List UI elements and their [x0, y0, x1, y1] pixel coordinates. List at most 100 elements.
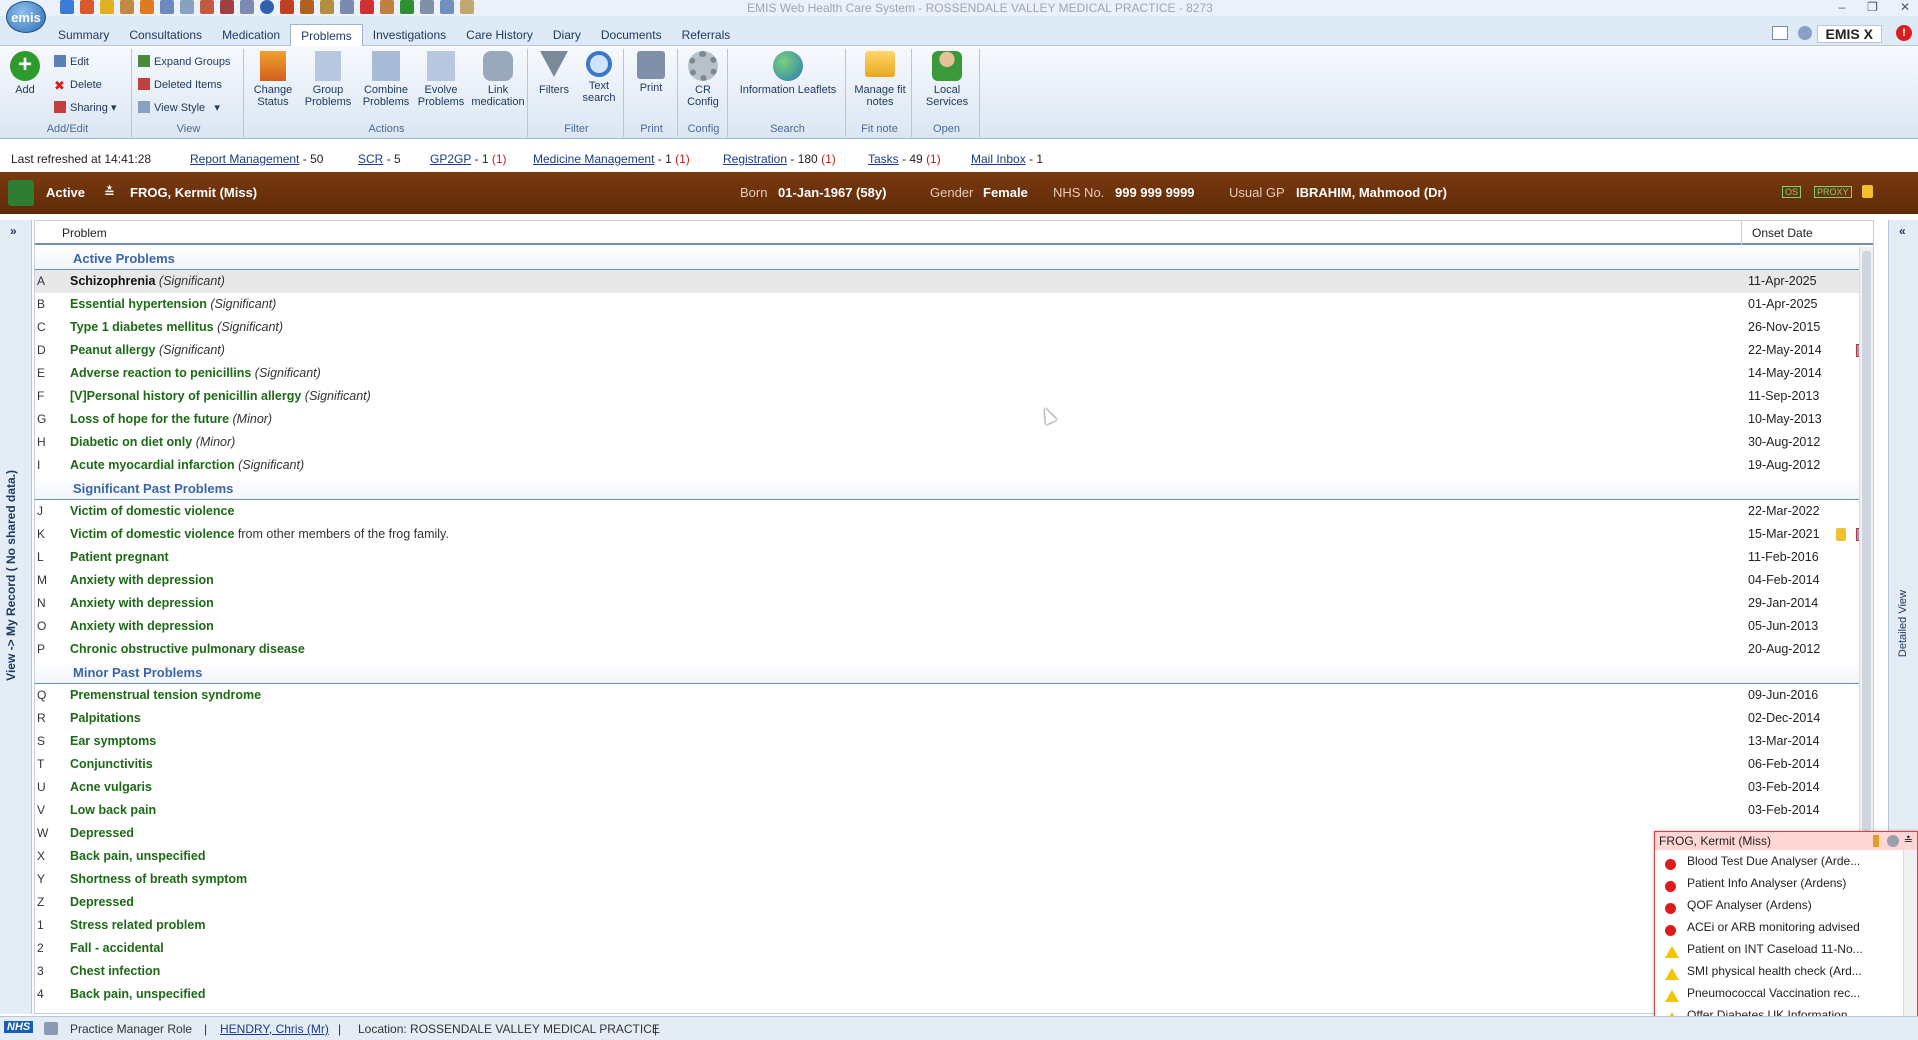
emis-x-button[interactable]: EMIS X: [1816, 25, 1882, 43]
problem-row[interactable]: T Conjunctivitis 06-Feb-2014: [35, 753, 1871, 776]
registration-link[interactable]: Registration: [723, 152, 787, 166]
lock-icon[interactable]: [1836, 528, 1846, 541]
edit-button[interactable]: Edit: [54, 53, 89, 71]
screen-icon[interactable]: [1772, 26, 1788, 40]
problem-row[interactable]: C Type 1 diabetes mellitus (Significant) 2…: [35, 316, 1871, 339]
problem-row[interactable]: O Anxiety with depression 05-Jun-2013: [35, 615, 1871, 638]
popup-alert-item[interactable]: Patient Info Analyser (Ardens)i: [1655, 872, 1899, 894]
problem-row[interactable]: K Victim of domestic violence from other …: [35, 523, 1871, 546]
problem-row[interactable]: L Patient pregnant 11-Feb-2016: [35, 546, 1871, 569]
deleted-items-button[interactable]: Deleted Items: [138, 76, 222, 94]
collapse-right-icon[interactable]: «: [1899, 224, 1906, 238]
close-icon[interactable]: ✕: [1900, 0, 1910, 14]
group-problems-button[interactable]: Group Problems: [302, 51, 354, 108]
lock-icon[interactable]: [1862, 185, 1873, 198]
expand-left-icon[interactable]: »: [10, 224, 17, 238]
tab-consultations[interactable]: Consultations: [119, 24, 212, 46]
tab-referrals[interactable]: Referrals: [672, 24, 741, 46]
emis-logo[interactable]: emis: [6, 1, 46, 33]
filters-button[interactable]: Filters: [534, 51, 574, 96]
chevron-down-icon[interactable]: ≛: [104, 185, 115, 201]
problem-row[interactable]: E Adverse reaction to penicillins (Signif…: [35, 362, 1871, 385]
change-status-button[interactable]: Change Status: [248, 51, 298, 108]
manage-fit-notes-button[interactable]: Manage fit notes: [852, 51, 908, 108]
problem-row[interactable]: 2 Fall - accidental: [35, 937, 1871, 960]
evolve-problems-button[interactable]: Evolve Problems: [414, 51, 468, 108]
report-management-link[interactable]: Report Management: [190, 152, 299, 166]
section-header[interactable]: Minor Past Problems: [35, 661, 1871, 684]
detailed-view-label[interactable]: Detailed View: [1897, 590, 1909, 657]
section-header[interactable]: Active Problems: [35, 247, 1871, 270]
patient-status[interactable]: Active: [46, 185, 85, 200]
tasks-link[interactable]: Tasks: [868, 152, 899, 166]
popup-collapse-icon[interactable]: ≛: [1904, 832, 1913, 850]
patient-name[interactable]: FROG, Kermit (Miss): [130, 185, 257, 200]
problem-row[interactable]: S Ear symptoms 13-Mar-2014: [35, 730, 1871, 753]
expand-groups-button[interactable]: Expand Groups: [138, 53, 230, 71]
tab-problems[interactable]: Problems: [290, 24, 363, 46]
local-services-button[interactable]: Local Services: [918, 51, 976, 108]
current-user-link[interactable]: HENDRY, Chris (Mr): [220, 1022, 329, 1036]
link-medication-button[interactable]: Link medication: [470, 51, 526, 108]
popup-alert-item[interactable]: Patient on INT Caseload 11-No...i: [1655, 938, 1899, 960]
problem-row[interactable]: Q Premenstrual tension syndrome 09-Jun-201…: [35, 684, 1871, 707]
popup-alert-item[interactable]: ACEi or ARB monitoring advisedi: [1655, 916, 1899, 938]
problem-row[interactable]: B Essential hypertension (Significant) 01-…: [35, 293, 1871, 316]
alert-icon[interactable]: !: [1896, 25, 1912, 41]
text-search-button[interactable]: Text search: [578, 51, 620, 104]
problem-row[interactable]: R Palpitations 02-Dec-2014: [35, 707, 1871, 730]
problem-row[interactable]: Z Depressed: [35, 891, 1871, 914]
tab-care-history[interactable]: Care History: [456, 24, 543, 46]
information-leaflets-button[interactable]: Information Leaflets: [734, 51, 842, 96]
combine-problems-button[interactable]: Combine Problems: [358, 51, 414, 108]
column-header-onset-date[interactable]: Onset Date: [1752, 226, 1813, 240]
view-style-button[interactable]: View Style ▾: [138, 99, 220, 117]
problem-row[interactable]: F [V]Personal history of penicillin aller…: [35, 385, 1871, 408]
popup-alert-item[interactable]: QOF Analyser (Ardens)i: [1655, 894, 1899, 916]
scr-link[interactable]: SCR: [358, 152, 383, 166]
problem-row[interactable]: D Peanut allergy (Significant) 22-May-2014: [35, 339, 1871, 362]
tab-investigations[interactable]: Investigations: [363, 24, 456, 46]
problem-row[interactable]: I Acute myocardial infarction (Significan…: [35, 454, 1871, 477]
os-badge[interactable]: OS: [1782, 186, 1802, 198]
popup-alert-item[interactable]: Pneumococcal Vaccination rec...i: [1655, 982, 1899, 1004]
problem-row[interactable]: 1 Stress related problem: [35, 914, 1871, 937]
problem-row[interactable]: W Depressed: [35, 822, 1871, 845]
tab-summary[interactable]: Summary: [48, 24, 119, 46]
sharing-button[interactable]: Sharing ▾: [54, 99, 117, 117]
popup-alert-item[interactable]: SMI physical health check (Ard...i: [1655, 960, 1899, 982]
minimize-icon[interactable]: –: [1838, 0, 1845, 14]
problem-row[interactable]: V Low back pain 03-Feb-2014: [35, 799, 1871, 822]
popup-scrollbar[interactable]: [1903, 850, 1917, 1038]
my-record-view-label[interactable]: View -> My Record ( No shared data.): [4, 470, 18, 681]
problem-row[interactable]: M Anxiety with depression 04-Feb-2014: [35, 569, 1871, 592]
problem-row[interactable]: H Diabetic on diet only (Minor) 30-Aug-201…: [35, 431, 1871, 454]
problem-row[interactable]: X Back pain, unspecified: [35, 845, 1871, 868]
mail-inbox-link[interactable]: Mail Inbox: [971, 152, 1026, 166]
problem-row[interactable]: J Victim of domestic violence 22-Mar-2022: [35, 500, 1871, 523]
popup-pin-icon[interactable]: [1873, 835, 1879, 847]
medicine-management-link[interactable]: Medicine Management: [533, 152, 654, 166]
problem-row[interactable]: Y Shortness of breath symptom: [35, 868, 1871, 891]
problem-row[interactable]: G Loss of hope for the future (Minor) 10-M…: [35, 408, 1871, 431]
problem-row[interactable]: U Acne vulgaris 03-Feb-2014: [35, 776, 1871, 799]
column-header-problem[interactable]: Problem: [62, 226, 107, 240]
cr-config-button[interactable]: CR Config: [682, 51, 724, 108]
popup-alert-item[interactable]: Blood Test Due Analyser (Arde...i: [1655, 850, 1899, 872]
tab-diary[interactable]: Diary: [543, 24, 591, 46]
popup-settings-icon[interactable]: [1887, 835, 1899, 847]
problem-row[interactable]: N Anxiety with depression 29-Jan-2014: [35, 592, 1871, 615]
patient-status-icon[interactable]: [8, 180, 34, 206]
add-button[interactable]: + Add: [8, 51, 42, 96]
section-header[interactable]: Significant Past Problems: [35, 477, 1871, 500]
tab-documents[interactable]: Documents: [591, 24, 672, 46]
gp2gp-link[interactable]: GP2GP: [430, 152, 471, 166]
problem-row[interactable]: P Chronic obstructive pulmonary disease 20…: [35, 638, 1871, 661]
tab-medication[interactable]: Medication: [212, 24, 290, 46]
proxy-badge[interactable]: PROXY: [1814, 186, 1852, 198]
problem-row[interactable]: 4 Back pain, unspecified: [35, 983, 1871, 1006]
restore-icon[interactable]: ❐: [1867, 0, 1878, 14]
problem-row[interactable]: 3 Chest infection: [35, 960, 1871, 983]
help-icon[interactable]: [1798, 26, 1812, 40]
delete-button[interactable]: ✖ Delete: [54, 76, 102, 94]
